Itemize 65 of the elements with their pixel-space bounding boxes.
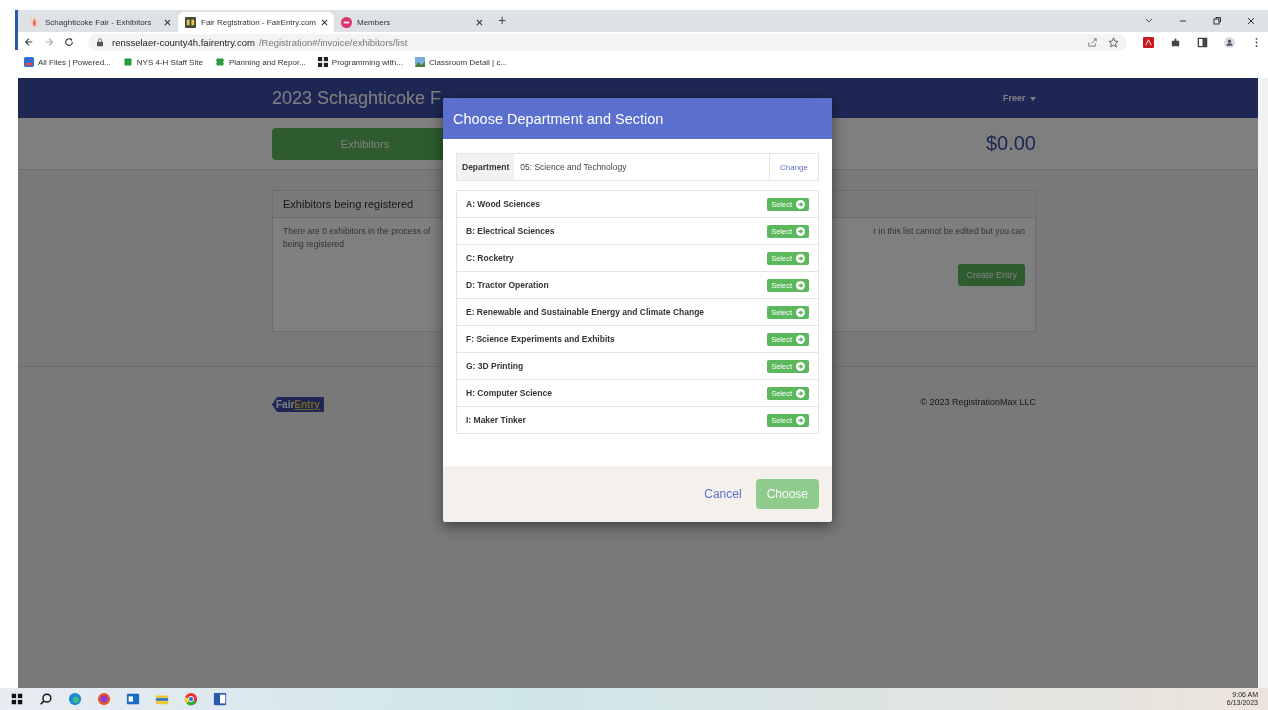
section-name: G: 3D Printing	[466, 361, 524, 371]
site-title: 2023 Schaghticoke F	[272, 87, 442, 109]
profile-icon[interactable]	[1224, 36, 1235, 48]
scrollbar[interactable]	[1258, 78, 1268, 688]
user-menu[interactable]: Freer	[1003, 93, 1036, 103]
cancel-link[interactable]: Cancel	[704, 487, 742, 501]
copyright-text: © 2023 RegistrationMax LLC	[920, 397, 1036, 407]
caret-icon	[1030, 96, 1036, 101]
total-amount: $0.00	[985, 132, 1036, 155]
grid-icon	[317, 57, 328, 67]
reload-icon[interactable]	[64, 37, 74, 47]
section-name: A: Wood Sciences	[466, 199, 540, 209]
star-icon[interactable]	[1108, 36, 1119, 48]
landscape-icon	[415, 57, 425, 67]
arrow-circle-icon	[796, 361, 805, 371]
lock-icon	[96, 37, 104, 47]
arrow-circle-icon	[796, 253, 805, 263]
box-icon	[24, 57, 34, 67]
restore-icon[interactable]	[1212, 16, 1222, 26]
address-field[interactable]: rensselaer-county4h.fairentry.com /Registration#/invoice/exhibitors/list	[88, 33, 1127, 51]
side-panel-icon[interactable]	[1197, 36, 1208, 48]
panel-text: being registered	[283, 239, 345, 249]
close-icon[interactable]	[476, 18, 483, 26]
close-icon[interactable]	[164, 18, 171, 26]
panel-title: Exhibitors being registered	[283, 198, 414, 210]
clover-icon	[214, 57, 225, 67]
windows-icon[interactable]	[10, 692, 24, 706]
change-link[interactable]: Change	[768, 154, 818, 180]
puzzle-icon[interactable]	[1170, 36, 1181, 48]
panel-text: r in this list cannot be edited but you can	[873, 226, 1025, 236]
arrow-circle-icon	[796, 307, 805, 317]
bookmark[interactable]: Programming with...	[317, 57, 403, 67]
browser-tab[interactable]: Fair Registration - FairEntry.com	[178, 12, 334, 32]
section-name: I: Maker Tinker	[466, 415, 526, 425]
arrow-circle-icon	[796, 334, 805, 344]
browser-tab[interactable]: Schaghticoke Fair - Exhibitors	[22, 12, 178, 32]
bookmark[interactable]: Classroom Detail | c...	[415, 57, 508, 67]
section-name: D: Tractor Operation	[466, 280, 549, 290]
flame-icon	[29, 16, 40, 28]
section-name: C: Rocketry	[466, 253, 514, 263]
department-value: 05: Science and Technology	[519, 161, 628, 174]
section-name: H: Computer Science	[466, 388, 552, 398]
arrow-circle-icon	[796, 199, 805, 209]
clover-icon	[122, 57, 133, 67]
section-name: F: Science Experiments and Exhibits	[466, 334, 615, 344]
back-icon[interactable]	[24, 37, 34, 47]
section-name: E: Renewable and Sustainable Energy and Climate Change	[466, 307, 705, 317]
bookmark[interactable]: All Files | Powered...	[24, 57, 111, 67]
search-icon[interactable]	[39, 692, 53, 706]
arrow-circle-icon	[796, 415, 805, 425]
fairentry-logo[interactable]: FairEntry	[272, 397, 324, 412]
close-icon[interactable]	[1246, 16, 1256, 26]
modal-title: Choose Department and Section	[453, 110, 664, 127]
bookmark[interactable]: Planning and Repor...	[214, 57, 306, 67]
browser-tab[interactable]: Members	[334, 12, 490, 32]
arrow-circle-icon	[796, 280, 805, 290]
close-icon[interactable]	[321, 18, 328, 26]
department-label: Department	[457, 154, 515, 180]
share-icon[interactable]	[1087, 36, 1098, 48]
new-tab-button[interactable]: +	[490, 12, 515, 30]
arrow-circle-icon	[796, 226, 805, 236]
arrow-circle-icon	[796, 388, 805, 398]
create-entry-button[interactable]: Create Entry	[958, 264, 1025, 286]
bookmark[interactable]: NYS 4-H Staff Site	[122, 57, 203, 67]
section-name: B: Electrical Sciences	[466, 226, 555, 236]
